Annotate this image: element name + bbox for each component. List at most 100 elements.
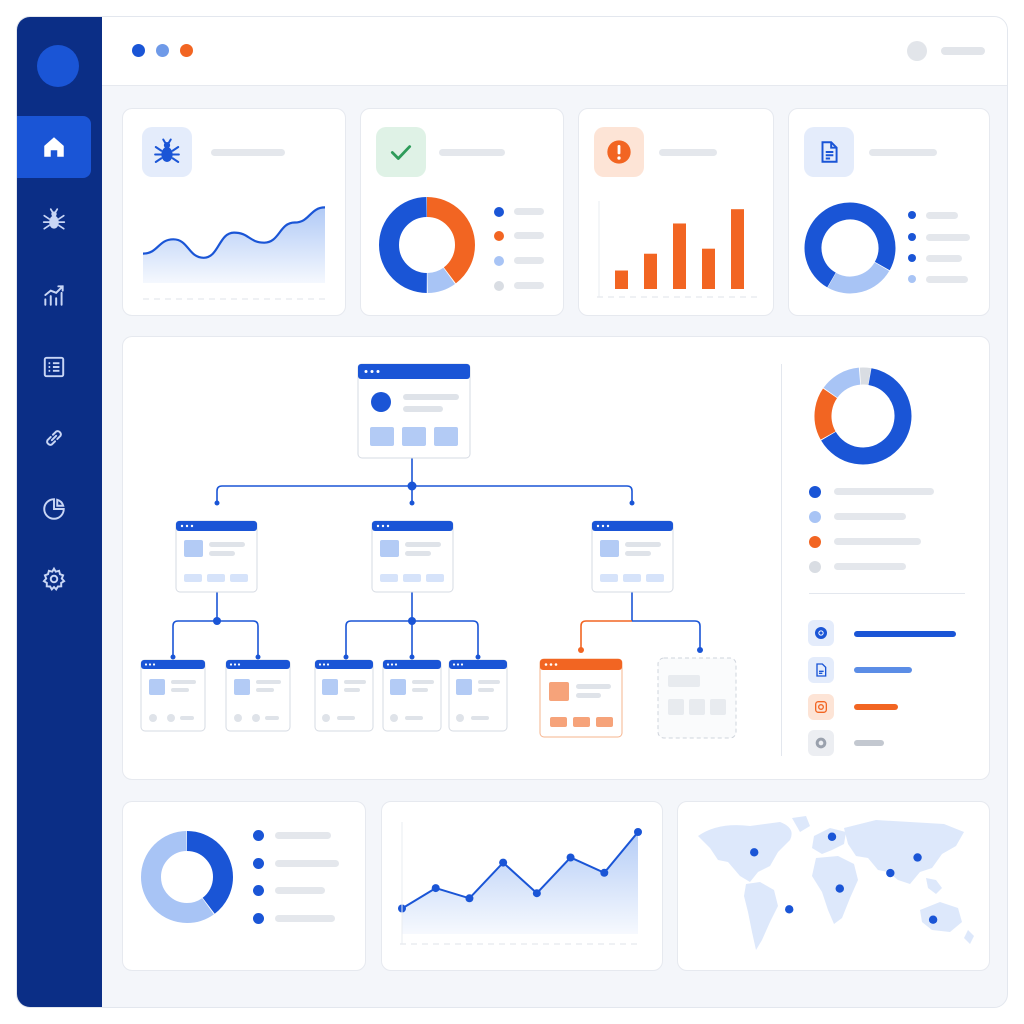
legend-dot [494,281,504,291]
tree-node-error[interactable] [539,658,623,738]
donut-chart [141,831,233,923]
gear-icon [42,566,66,592]
bar [731,209,744,289]
tree-node-page[interactable] [382,659,442,732]
document-icon [821,141,838,163]
sidebar-item-settings[interactable] [17,548,91,610]
bottom-card-map[interactable] [677,801,990,971]
progress-bar [854,667,912,673]
check-icon-box [376,127,426,177]
legend-dot [908,275,916,283]
bar-chart [597,201,759,298]
legend-dot [253,858,264,869]
sidebar-item-home[interactable] [17,116,91,178]
document-icon-box [804,127,854,177]
stat-card-crawl[interactable] [122,108,346,316]
image-icon-box[interactable] [808,694,834,720]
progress-bar [854,740,884,746]
title-placeholder [439,149,505,156]
bug-icon [42,208,66,230]
world-map [698,816,974,950]
legend-dot [253,885,264,896]
settings-icon-box[interactable] [808,730,834,756]
section-divider [809,593,965,594]
link-icon [46,430,62,446]
stat-card-success[interactable] [360,108,564,316]
legend-label [275,915,335,922]
alert-icon-box [594,127,644,177]
data-point [499,858,508,867]
map-marker [827,832,837,841]
sidebar-item-charts[interactable] [17,478,91,540]
file-icon-box[interactable] [808,657,834,683]
tree-node-category[interactable] [591,520,674,593]
sidebar-item-analytics[interactable] [17,264,91,326]
window-dot[interactable] [180,44,193,57]
legend-label [926,234,970,241]
settings-icon [815,737,827,749]
legend-label [834,563,906,570]
data-point [600,868,609,877]
bar [673,223,686,289]
home-icon [44,137,64,157]
user-name-placeholder [941,47,985,55]
data-point [431,884,440,893]
panel-divider [781,364,782,756]
legend-label [275,887,325,894]
bar [615,270,628,289]
map-marker [886,868,895,878]
sidebar [17,17,102,1007]
chrome-icon-box[interactable] [808,620,834,646]
legend-label [514,208,544,215]
bar [702,248,715,289]
sidebar-item-links[interactable] [17,407,91,469]
tree-node-page[interactable] [314,659,374,732]
avatar[interactable] [907,41,927,61]
list-icon [43,356,65,378]
tree-node-page[interactable] [225,659,291,732]
legend-dot [809,511,821,523]
sidebar-item-bugs[interactable] [17,189,91,251]
error-connector [580,620,632,649]
legend-dot [253,913,264,924]
tree-node-category[interactable] [175,520,258,593]
legend-label [834,538,921,545]
site-architecture-card [122,336,990,780]
app-window [16,16,1008,1008]
bottom-card-trend[interactable] [381,801,663,971]
alert-icon [607,140,631,164]
donut-chart [814,367,912,465]
legend-dot [494,207,504,217]
window-dot[interactable] [132,44,145,57]
stat-card-errors[interactable] [578,108,774,316]
site-tree [140,363,737,739]
tree-node-page[interactable] [140,659,206,732]
stat-card-pages[interactable] [788,108,990,316]
tree-node-category[interactable] [371,520,454,593]
legend-dot [494,256,504,266]
legend-label [514,257,544,264]
line-chart [398,822,642,945]
map-marker [928,915,938,924]
legend-label [926,276,968,283]
title-placeholder [211,149,285,156]
tree-node-page[interactable] [448,659,508,732]
legend-dot [253,830,264,841]
tree-node-root[interactable] [357,363,471,459]
tree-node-placeholder[interactable] [657,657,737,739]
data-point [634,828,642,836]
legend-dot [908,233,916,241]
bar [644,253,657,289]
area-fill [402,832,638,934]
legend-label [926,212,958,219]
sidebar-item-reports[interactable] [17,336,91,398]
data-point [465,894,474,903]
legend-dot [809,536,821,548]
legend-dot [809,561,821,573]
legend-label [275,832,331,839]
legend-label [926,255,962,262]
chrome-icon [815,627,827,639]
bug-icon [154,138,180,163]
bottom-card-distribution[interactable] [122,801,366,971]
window-dot[interactable] [156,44,169,57]
